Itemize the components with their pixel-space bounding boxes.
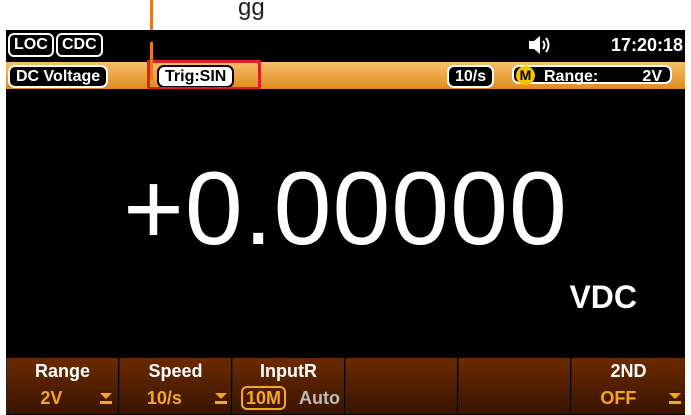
top-bar: LOC CDC 17:20:18 xyxy=(6,30,685,60)
function-indicator: DC Voltage xyxy=(8,65,109,88)
softkey-speed-value: 10/s xyxy=(146,388,182,408)
softkey-blank-4[interactable] xyxy=(345,358,457,414)
measurement-value: +0.00000 xyxy=(123,151,568,267)
range-value: 2V xyxy=(642,68,662,85)
rate-indicator: 10/s xyxy=(447,65,495,88)
softkey-range[interactable]: Range 2V xyxy=(6,358,118,414)
softkey-bar: Range 2V Speed 10/s InputR 10M Auto 2ND … xyxy=(6,356,685,415)
softkey-speed[interactable]: Speed 10/s xyxy=(119,358,231,414)
inputr-option-10m: 10M xyxy=(241,386,287,410)
clock-time: 17:20:18 xyxy=(610,35,683,55)
softkey-2nd-label: 2ND xyxy=(610,361,647,381)
main-readout: +0.00000 VDC xyxy=(6,89,685,356)
measurement-unit: VDC xyxy=(569,279,637,315)
chevron-down-icon xyxy=(669,393,681,404)
softkey-range-value: 2V xyxy=(40,388,63,408)
inputr-option-auto: Auto xyxy=(299,388,340,408)
softkey-range-label: Range xyxy=(34,361,90,381)
speaker-icon xyxy=(529,36,550,54)
chevron-down-icon xyxy=(215,393,227,404)
annotation-label: gg xyxy=(238,0,265,21)
softkey-speed-label: Speed xyxy=(148,361,203,381)
annotation-pointer-horizontal xyxy=(150,42,153,80)
loc-indicator: LOC xyxy=(8,33,54,57)
softkey-inputr-label: InputR xyxy=(260,361,317,381)
chevron-down-icon xyxy=(100,393,112,404)
softkey-blank-5[interactable] xyxy=(458,358,570,414)
softkey-inputr[interactable]: InputR 10M Auto xyxy=(232,358,344,414)
range-indicator: Range: 2V xyxy=(512,65,672,85)
range-label: Range: xyxy=(544,68,599,85)
math-badge-icon: M xyxy=(516,66,535,85)
trigger-highlight-box xyxy=(147,60,261,90)
softkey-2nd-value: OFF xyxy=(600,388,637,408)
softkey-2nd[interactable]: 2ND OFF xyxy=(571,358,685,414)
meter-screen: LOC CDC 17:20:18 DC Voltage Trig:SIN 10/… xyxy=(6,30,685,415)
cdc-indicator: CDC xyxy=(56,33,103,57)
status-bar: DC Voltage Trig:SIN 10/s Range: 2V M xyxy=(6,60,685,90)
